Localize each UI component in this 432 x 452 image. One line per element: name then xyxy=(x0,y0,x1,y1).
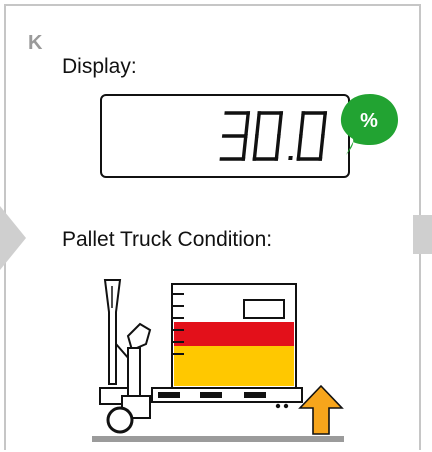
arrow-up-icon xyxy=(298,384,344,435)
section-letter: K xyxy=(28,32,43,54)
lcd-segment xyxy=(252,134,259,161)
lcd-segment xyxy=(318,134,325,161)
display-label: Display: xyxy=(62,55,137,78)
lcd-segment xyxy=(296,134,303,161)
lcd-segment xyxy=(254,111,262,138)
condition-label: Pallet Truck Condition: xyxy=(62,228,273,251)
steering-wheel xyxy=(106,406,134,434)
arrow-left-icon[interactable] xyxy=(0,206,30,270)
unit-badge-label: % xyxy=(360,110,378,132)
lcd-segment xyxy=(276,111,284,138)
lcd-segment xyxy=(274,134,281,161)
speech-bubble-icon: % xyxy=(340,94,398,155)
lcd-segment xyxy=(243,111,251,138)
floor xyxy=(92,436,344,442)
display-screen xyxy=(100,94,350,178)
display-value xyxy=(219,111,328,161)
lcd-decimal-point xyxy=(288,156,293,160)
lcd-segment xyxy=(320,111,328,138)
lcd-segment xyxy=(241,134,248,161)
level-yellow xyxy=(174,346,294,386)
pallet-truck-icon xyxy=(92,279,344,442)
box-label xyxy=(243,299,285,319)
level-red xyxy=(174,322,294,346)
lcd-segment xyxy=(298,111,306,138)
arrow-right-icon[interactable] xyxy=(413,215,432,254)
